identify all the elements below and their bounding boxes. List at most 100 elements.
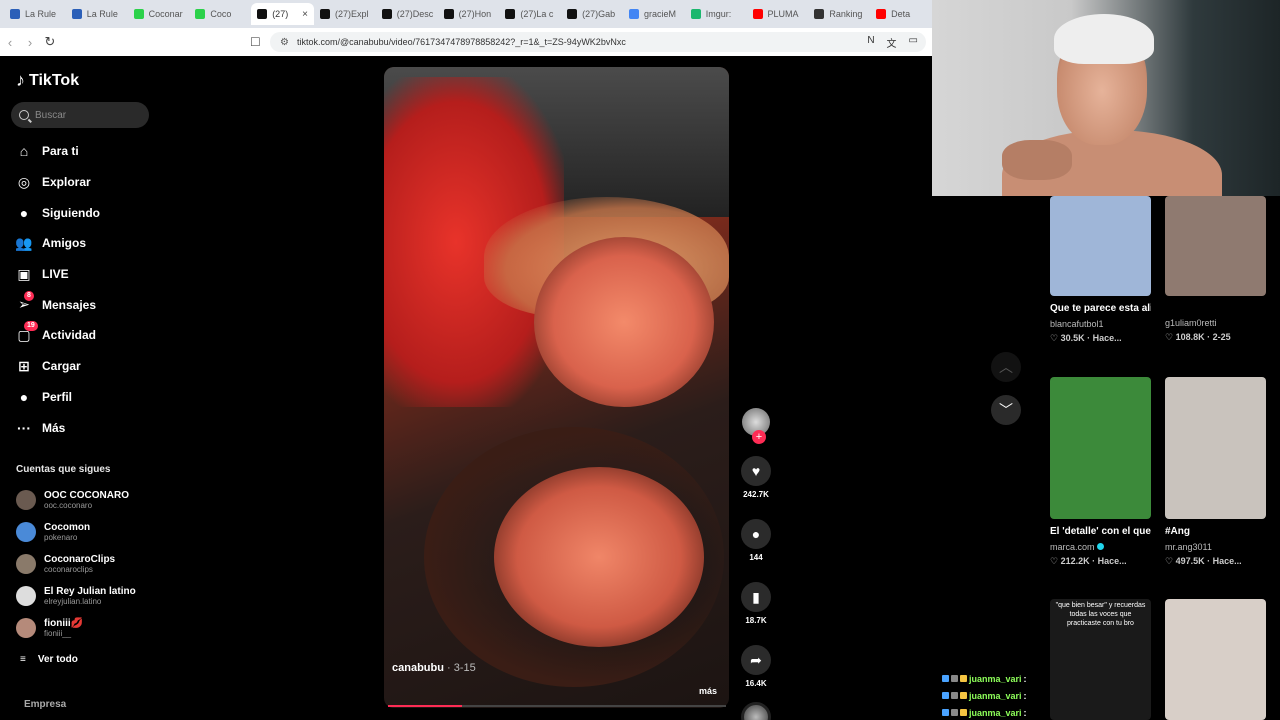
sidebar-item-siguiendo[interactable]: ● Siguiendo <box>0 197 160 228</box>
chat-badge-icon <box>942 692 949 699</box>
browser-tab[interactable]: (27)Expl <box>314 3 376 25</box>
url-field[interactable]: ⚙ tiktok.com/@canabubu/video/76173474789… <box>270 32 926 52</box>
sidebar-item-cargar[interactable]: ⊞ Cargar <box>0 351 160 382</box>
following-item[interactable]: Cocomon pokenaro <box>16 516 156 548</box>
following-handle: coconaroclips <box>44 564 93 574</box>
browser-tab[interactable]: (27)Hon <box>438 3 500 25</box>
video-more-button[interactable]: más <box>699 686 717 696</box>
chat-badge-icon <box>960 709 967 716</box>
following-item[interactable]: CoconaroClips coconaroclips <box>16 548 156 580</box>
bookmark-icon[interactable]: ☐ <box>250 35 261 49</box>
card-author[interactable]: marca.com <box>1050 542 1151 552</box>
tab-favicon-icon <box>133 9 144 19</box>
tiktok-logo[interactable]: ♪ TikTok <box>16 70 79 91</box>
tab-label: (27)Desc <box>396 9 434 19</box>
video-card[interactable]: El 'detalle' con el que han tenido... mar… <box>1050 377 1151 567</box>
sidebar-item-mensajes[interactable]: ➢ 8 Mensajes <box>0 289 160 320</box>
chevron-down-icon[interactable]: ﹀ <box>991 395 1021 425</box>
sidebar-item-amigos[interactable]: 👥 Amigos <box>0 228 160 259</box>
video-thumbnail[interactable] <box>1165 599 1266 720</box>
video-progress[interactable] <box>388 705 726 707</box>
video-thumbnail[interactable] <box>1050 196 1151 296</box>
translate-icon[interactable]: 文 <box>887 35 897 50</box>
share-action[interactable]: ➦ 16.4K <box>738 645 774 688</box>
back-icon[interactable]: ‹ <box>0 35 20 50</box>
reader-icon[interactable]: N <box>867 35 874 50</box>
follow-plus-icon[interactable]: + <box>752 430 766 444</box>
comment-action[interactable]: ● 144 <box>738 519 774 562</box>
browser-tab[interactable]: Ranking <box>808 3 870 25</box>
reload-icon[interactable]: ↻ <box>40 34 60 50</box>
browser-tab[interactable]: La Rule <box>4 3 66 25</box>
video-thumbnail[interactable] <box>1165 196 1266 296</box>
sidebar-item-actividad[interactable]: ▢ 19 Actividad <box>0 320 160 351</box>
chevron-up-icon[interactable]: ︿ <box>991 352 1021 382</box>
like-action[interactable]: ♥ 242.7K <box>738 456 774 499</box>
save-action[interactable]: ▮ 18.7K <box>738 582 774 625</box>
see-all-link[interactable]: ≡ Ver todo <box>20 654 78 665</box>
search-input[interactable]: Buscar <box>11 102 149 128</box>
video-author[interactable]: canabubu · 3-15 <box>392 662 476 674</box>
video-card[interactable]: "que bien besar" y recuerdas todas las v… <box>1050 599 1151 720</box>
share-count: 16.4K <box>745 679 767 688</box>
card-author[interactable]: mr.ang3011 <box>1165 542 1266 552</box>
following-avatar-icon: ● <box>19 204 29 221</box>
sidebar-item-para-ti[interactable]: ⌂ Para ti <box>0 136 160 167</box>
screen: La Rule La Rule Coconar Coco (27) × (27)Expl (2… <box>0 0 1280 720</box>
tab-label: Ranking <box>829 9 863 19</box>
chat-badge-icon <box>960 692 967 699</box>
browser-tab[interactable]: (27)Desc <box>376 3 438 25</box>
browser-tab[interactable]: Deta <box>870 3 932 25</box>
video-card[interactable] <box>1165 599 1266 720</box>
site-info-icon[interactable]: ⚙ <box>280 37 289 48</box>
music-disc-icon[interactable] <box>741 702 771 720</box>
video-thumbnail[interactable]: "que bien besar" y recuerdas todas las v… <box>1050 599 1151 720</box>
browser-tab[interactable]: Coco <box>189 3 251 25</box>
browser-tab[interactable]: (27)La c <box>499 3 561 25</box>
tab-label: (27) <box>272 9 289 19</box>
browser-tab[interactable]: Coconar <box>128 3 190 25</box>
video-thumbnail[interactable] <box>1165 377 1266 519</box>
sidebar-item-label: Cargar <box>42 359 81 374</box>
tab-favicon-icon <box>257 9 268 19</box>
following-item[interactable]: El Rey Julian latino elreyjulian.latino <box>16 580 156 612</box>
tab-favicon-icon <box>752 9 763 19</box>
browser-tab[interactable]: Imgur: <box>685 3 747 25</box>
creator-avatar[interactable]: + <box>742 408 770 444</box>
following-item[interactable]: OOC COCONARO ooc.coconaro <box>16 484 156 516</box>
following-item[interactable]: fioniii💋 fioniii__ <box>16 612 156 644</box>
card-author[interactable]: g1uliam0retti <box>1165 318 1266 328</box>
forward-icon[interactable]: › <box>20 35 40 50</box>
footer-company-link[interactable]: Empresa <box>24 699 66 710</box>
sidebar-item-explorar[interactable]: ◎ Explorar <box>0 167 160 198</box>
card-stats: ♡ 30.5K · Hace... <box>1050 333 1122 343</box>
compass-icon: ◎ <box>17 173 31 190</box>
video-card[interactable]: #Ang mr.ang3011 ♡ 497.5K · Hace... <box>1165 377 1266 567</box>
browser-tab[interactable]: gracieM <box>623 3 685 25</box>
tab-favicon-icon <box>876 9 887 19</box>
tab-label: Coco <box>210 9 232 19</box>
sidebar-item-m-s[interactable]: ··· Más <box>0 412 160 443</box>
browser-tab[interactable]: La Rule <box>66 3 128 25</box>
card-author[interactable]: blancafutbol1 <box>1050 319 1151 329</box>
video-face-2 <box>494 467 704 647</box>
tab-close-icon[interactable]: × <box>302 9 308 20</box>
following-name: fioniii💋 <box>44 617 84 629</box>
video-player[interactable] <box>384 67 729 708</box>
webcam-person-hand <box>1002 140 1072 180</box>
card-title: Que te parece esta alineación Madri... <box>1050 303 1151 314</box>
video-thumbnail[interactable] <box>1050 377 1151 519</box>
avatar <box>16 618 36 638</box>
sidebar-item-perfil[interactable]: ● Perfil <box>0 382 160 413</box>
tab-favicon-icon <box>628 9 639 19</box>
browser-tab[interactable]: (27) × <box>251 3 314 25</box>
screen-icon[interactable]: ▭ <box>909 35 918 50</box>
tab-favicon-icon <box>10 9 20 19</box>
browser-tab[interactable]: (27)Gab <box>561 3 623 25</box>
video-card[interactable]: Que te parece esta alineación Madri... bl… <box>1050 196 1151 344</box>
browser-tab[interactable]: PLUMA <box>747 3 809 25</box>
sidebar-item-live[interactable]: ▣ LIVE <box>0 259 160 290</box>
video-card[interactable]: g1uliam0retti ♡ 108.8K · 2-25 <box>1165 196 1266 343</box>
tab-favicon-icon <box>381 9 392 19</box>
video-date: 3-15 <box>453 662 476 674</box>
